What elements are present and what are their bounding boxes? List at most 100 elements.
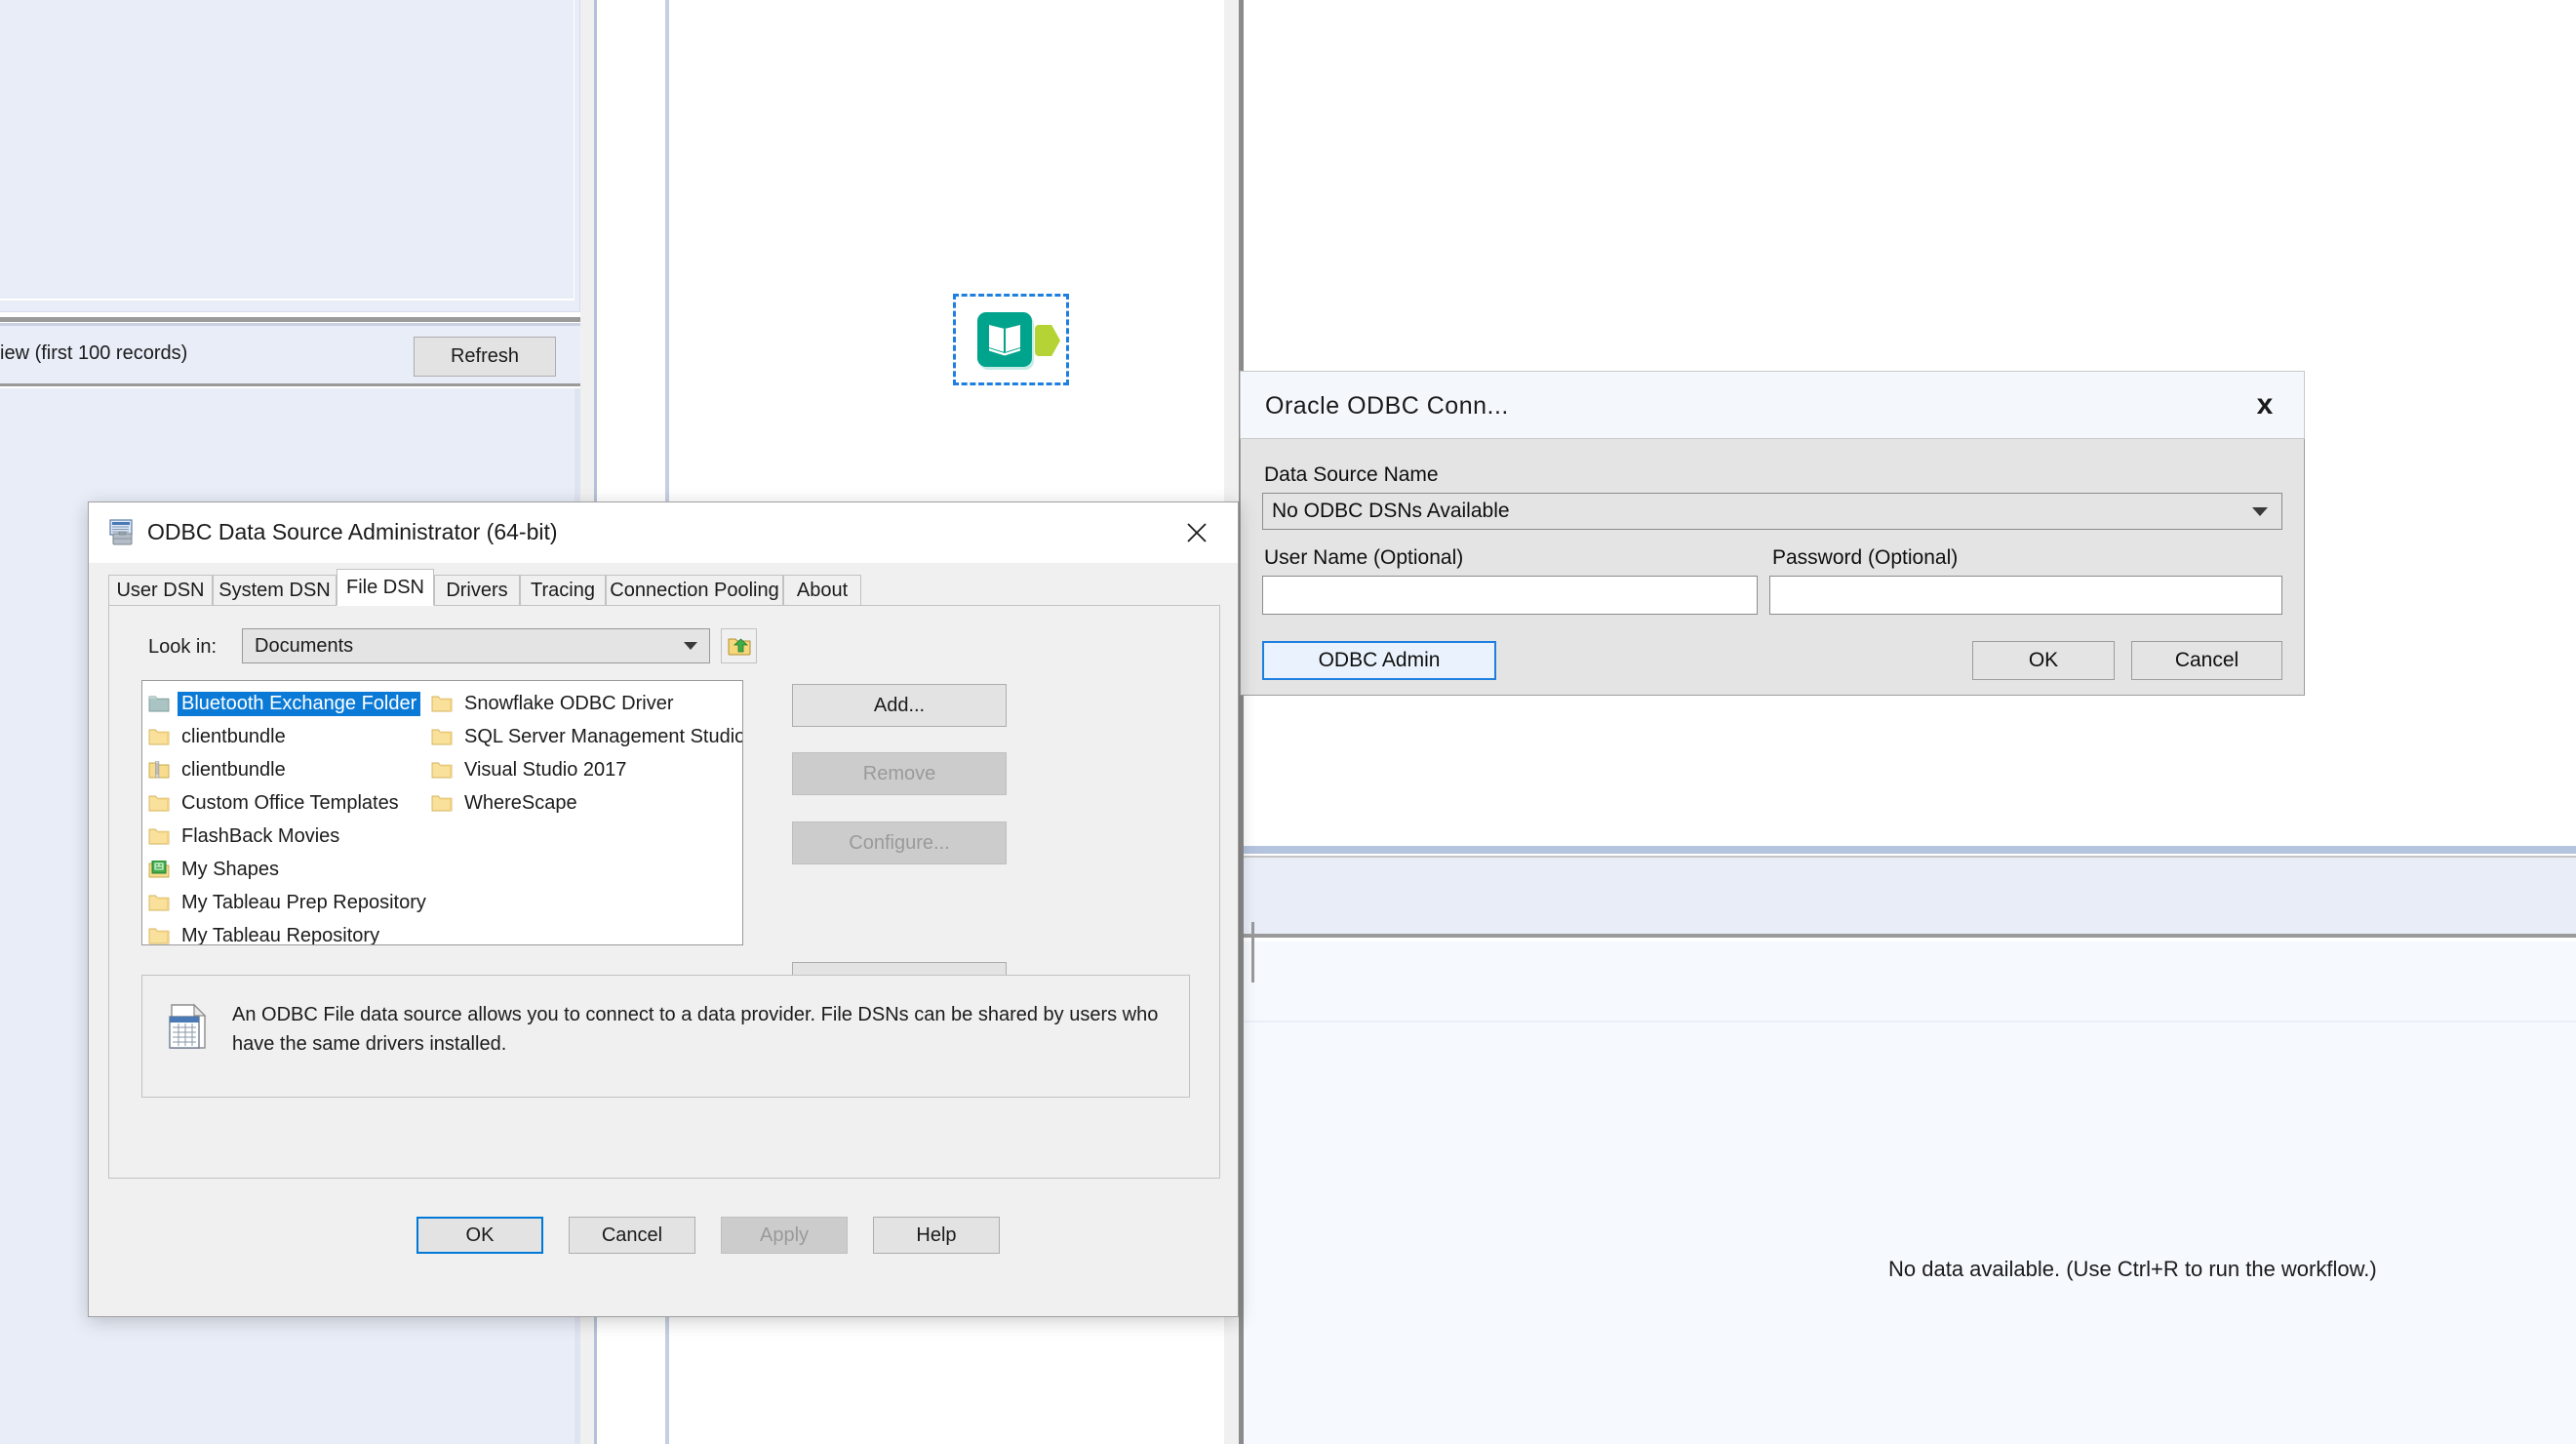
list-item[interactable]: Bluetooth Exchange Folder [142,687,435,720]
folder-icon [148,695,170,713]
list-item[interactable]: My Shapes [142,853,435,886]
odbc-tabstrip: User DSN System DSN File DSN Drivers Tra… [108,569,1220,606]
list-item[interactable]: My Tableau Repository [142,919,435,945]
folder-icon [148,696,170,711]
file-dsn-list[interactable]: Bluetooth Exchange Folder clientbundle cli… [141,680,743,945]
list-item[interactable]: Custom Office Templates [142,786,435,820]
close-icon[interactable] [1166,510,1228,555]
list-item-label: My Tableau Repository [181,924,380,945]
data-preview-label: view (first 100 records) [0,342,188,364]
file-dsn-tab-panel: Look in: Documents Bluetooth Exchange Fo… [108,605,1220,1179]
list-item[interactable]: SQL Server Management Studio [425,720,742,753]
chevron-down-icon [684,642,697,650]
folder-icon [148,928,170,943]
list-item[interactable]: Snowflake ODBC Driver [425,687,737,720]
list-item[interactable]: clientbundle [142,720,435,753]
list-item-label: clientbundle [181,725,286,747]
folder-icon [148,927,170,945]
help-button[interactable]: Help [873,1217,1000,1254]
file-list-column-2: Snowflake ODBC Driver SQL Server Manageme… [425,687,742,820]
list-item[interactable]: WhereScape [425,786,737,820]
folder-icon [148,729,170,744]
zip-folder-icon [148,760,170,780]
user-name-label: User Name (Optional) [1264,546,1464,569]
folder-icon [431,762,453,778]
folder-icon [431,728,453,746]
tab-connection-pooling[interactable]: Connection Pooling [606,575,783,606]
remove-button: Remove [792,752,1007,795]
list-item[interactable]: FlashBack Movies [142,820,435,853]
cancel-button[interactable]: Cancel [569,1217,695,1254]
folder-icon [431,794,453,813]
screen-root: view (first 100 records) Refresh No data… [0,0,2576,1444]
list-item-label: FlashBack Movies [181,824,340,847]
data-source-name-select[interactable]: No ODBC DSNs Available [1262,493,2282,530]
tab-user-dsn[interactable]: User DSN [108,575,213,606]
close-glyph [1187,523,1207,542]
folder-icon [148,895,170,910]
list-item[interactable]: Visual Studio 2017 [425,753,737,786]
list-item-label: Custom Office Templates [181,791,399,814]
visio-folder-icon [148,860,170,879]
up-folder-icon [728,638,750,656]
oracle-dialog-title: Oracle ODBC Conn... [1265,392,1509,420]
add-button[interactable]: Add... [792,684,1007,727]
odbc-admin-button[interactable]: ODBC Admin [1262,641,1496,680]
tab-tracing[interactable]: Tracing [520,575,606,606]
folder-icon [431,795,453,811]
folder-icon [148,728,170,746]
folder-icon [148,894,170,912]
host-left-panel-inner [0,0,575,301]
user-name-input[interactable] [1262,576,1758,615]
results-toolbar-band [1244,856,2576,938]
data-source-name-value: No ODBC DSNs Available [1272,500,1510,522]
file-list-column-1: Bluetooth Exchange Folder clientbundle cli… [142,687,435,945]
password-label: Password (Optional) [1772,546,1959,569]
oracle-ok-button[interactable]: OK [1972,641,2115,680]
folder-icon [148,795,170,811]
data-source-name-label: Data Source Name [1264,463,1439,486]
close-icon[interactable]: x [2245,385,2284,424]
odbc-dialog-titlebar[interactable]: ODBC Data Source Administrator (64-bit) [89,502,1238,563]
password-input[interactable] [1769,576,2282,615]
ok-button[interactable]: OK [416,1217,543,1254]
odbc-data-source-administrator-dialog: ODBC Data Source Administrator (64-bit) … [88,501,1239,1317]
look-in-value: Documents [255,634,354,657]
data-preview-bar: view (first 100 records) Refresh [0,326,580,386]
list-item-label: SQL Server Management Studio [464,725,743,747]
list-item-label: My Shapes [181,858,280,880]
up-folder-button[interactable] [721,628,757,663]
folder-icon [431,761,453,780]
folder-icon [148,794,170,813]
oracle-dialog-titlebar-bg: Oracle ODBC Conn... x [1240,371,2305,439]
oracle-odbc-dialog-body: Data Source Name No ODBC DSNs Available … [1240,439,2305,696]
list-item-label: Snowflake ODBC Driver [464,692,674,714]
list-item[interactable]: clientbundle [142,753,435,786]
input-data-tool-icon[interactable] [977,312,1032,367]
file-dsn-description-text: An ODBC File data source allows you to c… [232,1004,1159,1055]
host-left-panel [0,0,580,312]
list-item-label: Bluetooth Exchange Folder [178,691,421,716]
results-grid-area [1244,942,2576,1444]
look-in-select[interactable]: Documents [242,628,710,663]
tab-about[interactable]: About [783,575,861,606]
canvas-tool-node[interactable] [953,294,1070,386]
oracle-cancel-button[interactable]: Cancel [2131,641,2282,680]
apply-button: Apply [721,1217,848,1254]
list-item-label: WhereScape [464,791,577,814]
panel-divider-1 [0,317,580,322]
tab-drivers[interactable]: Drivers [434,575,520,606]
tab-system-dsn[interactable]: System DSN [213,575,337,606]
odbc-dialog-title: ODBC Data Source Administrator (64-bit) [147,519,558,544]
refresh-button[interactable]: Refresh [414,337,556,377]
list-item-label: Visual Studio 2017 [464,758,627,781]
folder-icon [431,695,453,713]
list-item[interactable]: My Tableau Prep Repository [142,886,435,919]
tab-file-dsn[interactable]: File DSN [337,569,434,606]
folder-icon [431,729,453,744]
results-panel-accent-rule [1244,846,2576,854]
file-dsn-description-box: An ODBC File data source allows you to c… [141,975,1190,1098]
results-text-caret [1251,922,1254,983]
list-item-label: clientbundle [181,758,286,781]
book-icon [989,325,1020,356]
